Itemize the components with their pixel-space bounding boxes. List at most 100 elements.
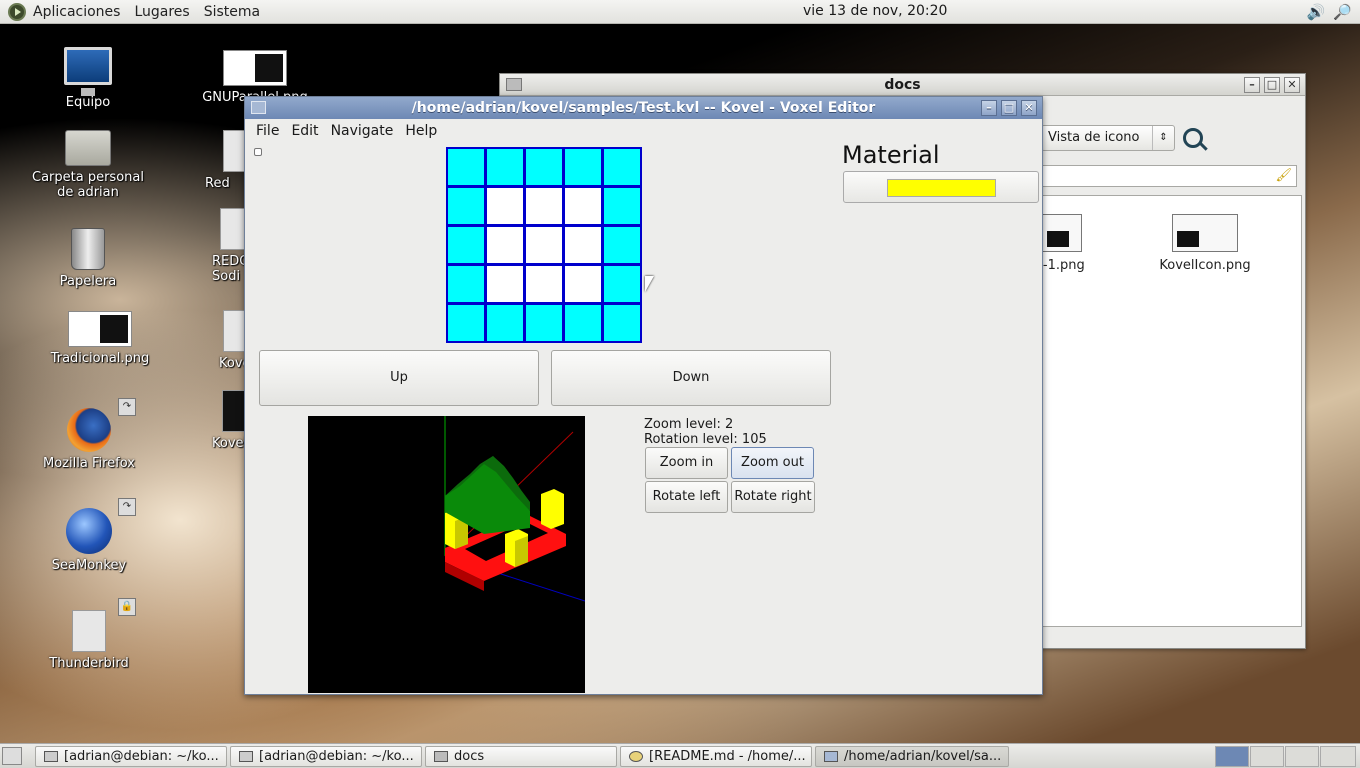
maximize-button[interactable]: □	[1001, 100, 1017, 116]
3d-preview[interactable]	[308, 416, 585, 693]
rotate-left-button[interactable]: Rotate left	[645, 481, 728, 513]
grid-cell[interactable]	[565, 188, 601, 224]
desktop-icon-firefox[interactable]: ↷ Mozilla Firefox	[24, 398, 154, 471]
desktop-icon-label: Thunderbird	[49, 656, 129, 671]
location-field[interactable]: 🖌	[1041, 165, 1297, 187]
grid-cell[interactable]	[565, 227, 601, 263]
grid-cell[interactable]	[565, 149, 601, 185]
up-button[interactable]: Up	[259, 350, 539, 406]
task-label: [adrian@debian: ~/ko...	[64, 749, 219, 764]
grid-cell[interactable]	[604, 227, 640, 263]
toggle-checkbox[interactable]	[254, 148, 262, 156]
grid-cell[interactable]	[448, 266, 484, 302]
grid-cell[interactable]	[487, 188, 523, 224]
voxel-grid[interactable]	[446, 147, 642, 343]
task-label: docs	[454, 749, 485, 764]
grid-cell[interactable]	[526, 149, 562, 185]
desktop-icon-thunderbird[interactable]: 🔒 Thunderbird	[24, 598, 154, 671]
desktop-icon-equipo[interactable]: Equipo	[23, 47, 153, 110]
task-kovel[interactable]: /home/adrian/kovel/sa...	[815, 746, 1009, 767]
grid-cell[interactable]	[526, 227, 562, 263]
network-icon[interactable]: 🔎	[1333, 3, 1352, 21]
seamonkey-icon	[66, 508, 112, 554]
menu-edit[interactable]: Edit	[285, 123, 324, 139]
clock[interactable]: vie 13 de nov, 20:20	[803, 3, 947, 19]
desktop-icon-label: Equipo	[65, 95, 111, 110]
grid-cell[interactable]	[565, 266, 601, 302]
task-docs[interactable]: docs	[425, 746, 617, 767]
link-arrow-icon: ↷	[118, 498, 136, 516]
grid-cell[interactable]	[487, 227, 523, 263]
workspace-3[interactable]	[1285, 746, 1319, 767]
workspace-1[interactable]	[1215, 746, 1249, 767]
desktop-icon-papelera[interactable]: Papelera	[23, 228, 153, 289]
editor-icon	[629, 751, 643, 762]
desktop-icon-home[interactable]: Carpeta personal de adrian	[23, 130, 153, 200]
view-mode-select[interactable]: Vista de icono ⇕	[1041, 125, 1175, 151]
workspace-2[interactable]	[1250, 746, 1284, 767]
material-color-swatch	[887, 179, 996, 197]
menu-sistema[interactable]: Sistema	[197, 4, 267, 20]
grid-cell[interactable]	[565, 305, 601, 341]
desktop-icon-seamonkey[interactable]: ↷ SeaMonkey	[24, 498, 154, 573]
grid-cell[interactable]	[526, 188, 562, 224]
desktop-icon-redo[interactable]: REDO Sodi	[212, 208, 254, 284]
docs-titlebar[interactable]: docs – □ ✕	[500, 74, 1305, 96]
menu-file[interactable]: File	[250, 123, 285, 139]
grid-cell[interactable]	[526, 305, 562, 341]
desktop-icon-label: SeaMonkey	[51, 558, 127, 573]
desktop-icon-red[interactable]: Red	[205, 130, 257, 191]
task-terminal-2[interactable]: [adrian@debian: ~/ko...	[230, 746, 422, 767]
workspace-4[interactable]	[1320, 746, 1356, 767]
menu-navigate[interactable]: Navigate	[325, 123, 400, 139]
grid-cell[interactable]	[487, 266, 523, 302]
minimize-button[interactable]: –	[1244, 77, 1260, 93]
kovel-titlebar[interactable]: /home/adrian/kovel/samples/Test.kvl -- K…	[245, 97, 1042, 119]
close-button[interactable]: ✕	[1021, 100, 1037, 116]
grid-cell[interactable]	[487, 305, 523, 341]
window-icon	[824, 751, 838, 762]
grid-cell[interactable]	[448, 227, 484, 263]
minimize-button[interactable]: –	[981, 100, 997, 116]
grid-cell[interactable]	[604, 266, 640, 302]
down-button[interactable]: Down	[551, 350, 831, 406]
show-desktop-button[interactable]	[2, 747, 22, 765]
search-icon[interactable]	[1183, 128, 1203, 148]
task-label: [adrian@debian: ~/ko...	[259, 749, 414, 764]
menu-aplicaciones[interactable]: Aplicaciones	[26, 4, 127, 20]
zoom-in-button[interactable]: Zoom in	[645, 447, 728, 479]
grid-cell[interactable]	[604, 188, 640, 224]
grid-cell[interactable]	[448, 149, 484, 185]
debian-menu-icon[interactable]	[8, 2, 26, 21]
task-terminal-1[interactable]: [adrian@debian: ~/ko...	[35, 746, 227, 767]
file-view[interactable]: l-1.png KovelIcon.png	[1039, 195, 1302, 627]
grid-cell[interactable]	[526, 266, 562, 302]
file-item[interactable]: KovelIcon.png	[1157, 214, 1253, 273]
close-button[interactable]: ✕	[1284, 77, 1300, 93]
menu-lugares[interactable]: Lugares	[127, 4, 196, 20]
image-file-icon	[68, 311, 132, 347]
volume-icon[interactable]: 🔊	[1307, 3, 1326, 21]
zoom-out-button[interactable]: Zoom out	[731, 447, 814, 479]
image-file-icon	[1172, 214, 1238, 252]
material-color-button[interactable]	[843, 171, 1039, 203]
grid-cell[interactable]	[487, 149, 523, 185]
desktop-icon-tradicional[interactable]: Tradicional.png	[35, 311, 165, 366]
window-controls: – □ ✕	[1244, 77, 1300, 93]
lock-icon: 🔒	[118, 598, 136, 616]
task-label: [README.md - /home/...	[649, 749, 806, 764]
menu-help[interactable]: Help	[399, 123, 443, 139]
grid-cell[interactable]	[448, 305, 484, 341]
desktop-icon-kove[interactable]: Kove	[219, 310, 257, 371]
view-mode-value: Vista de icono	[1048, 130, 1140, 145]
rotate-right-button[interactable]: Rotate right	[731, 481, 815, 513]
grid-cell[interactable]	[604, 149, 640, 185]
task-readme[interactable]: [README.md - /home/...	[620, 746, 812, 767]
maximize-button[interactable]: □	[1264, 77, 1280, 93]
menubar: File Edit Navigate Help	[245, 119, 1042, 142]
clear-brush-icon[interactable]: 🖌	[1275, 168, 1292, 183]
desktop-icon-kovel[interactable]: Kovel	[212, 390, 256, 451]
grid-cell[interactable]	[448, 188, 484, 224]
desktop-icon-label: Tradicional.png	[50, 351, 150, 366]
grid-cell[interactable]	[604, 305, 640, 341]
